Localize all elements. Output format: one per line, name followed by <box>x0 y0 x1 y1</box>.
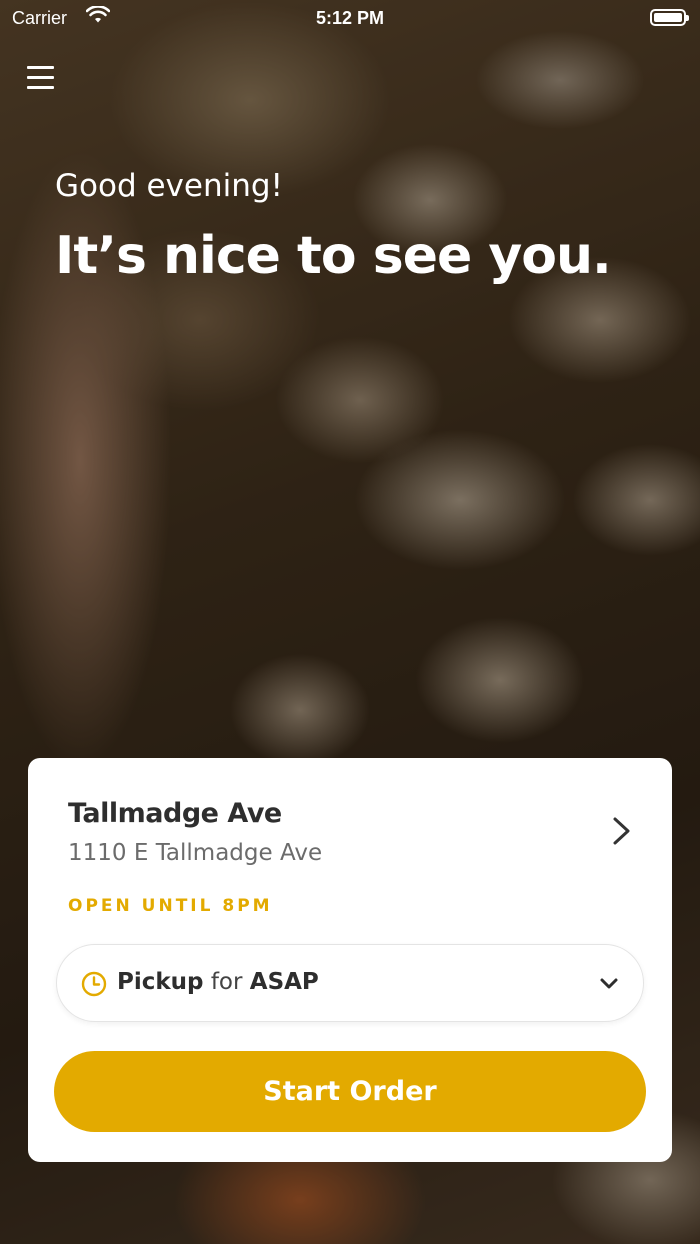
clock-icon <box>81 971 107 997</box>
store-address[interactable]: 1110 E Tallmadge Ave <box>68 840 322 866</box>
order-time: ASAP <box>249 969 319 995</box>
store-name[interactable]: Tallmadge Ave <box>68 798 282 829</box>
pickup-time-selector[interactable]: Pickup for ASAP <box>56 944 644 1022</box>
store-hours: OPEN UNTIL 8PM <box>68 896 273 916</box>
order-mode: Pickup <box>117 969 204 995</box>
order-mode-connector: for <box>210 969 243 995</box>
menu-icon[interactable] <box>27 66 55 90</box>
location-card: Tallmadge Ave 1110 E Tallmadge Ave OPEN … <box>28 758 672 1162</box>
headline-text: It’s nice to see you. <box>55 226 612 286</box>
status-time: 5:12 PM <box>315 8 385 28</box>
greeting-text: Good evening! <box>55 168 283 204</box>
start-order-button[interactable]: Start Order <box>54 1051 646 1132</box>
pickup-label: Pickup for ASAP <box>117 969 319 995</box>
status-bar: Carrier 5:12 PM <box>0 0 700 36</box>
battery-icon <box>650 9 689 26</box>
chevron-down-icon <box>600 978 618 989</box>
chevron-right-icon[interactable] <box>610 816 634 846</box>
